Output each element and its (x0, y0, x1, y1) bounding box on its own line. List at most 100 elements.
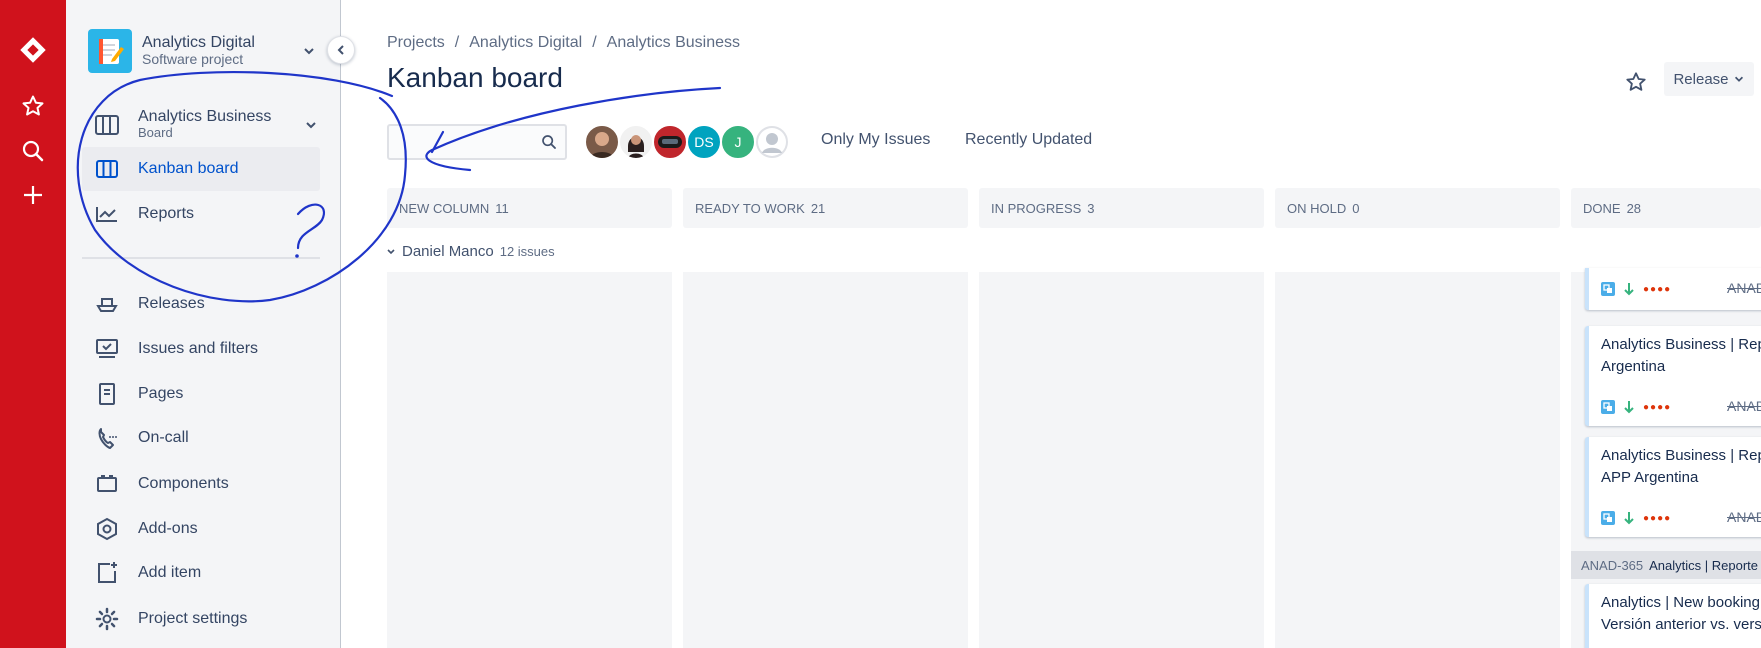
sidebar-item-project-settings[interactable]: Project settings (82, 597, 320, 641)
column-count: 21 (810, 200, 826, 216)
subtask-icon (1601, 400, 1615, 414)
card-title-line: Analytics Business | Rep (1601, 447, 1761, 464)
collapse-sidebar-button[interactable] (327, 36, 355, 64)
avatar-initials[interactable]: DS (686, 124, 722, 160)
column-header: ON HOLD 0 (1275, 188, 1560, 228)
column-count: 11 (495, 200, 509, 216)
issue-key[interactable]: ANAD (1727, 280, 1761, 296)
project-name: Analytics Digital (142, 34, 255, 51)
board-columns-icon (90, 157, 124, 181)
card-title-line: Analytics | New booking (1601, 594, 1760, 611)
add-page-icon (90, 561, 124, 585)
breadcrumb-project[interactable]: Analytics Digital (469, 34, 582, 52)
sidebar-item-on-call[interactable]: On-call (82, 416, 320, 460)
chart-line-icon (90, 202, 124, 226)
board-name: Analytics Business (138, 108, 272, 125)
sidebar-item-label: On-call (138, 429, 189, 446)
column-name: IN PROGRESS (991, 200, 1082, 216)
sidebar-item-label: Project settings (138, 610, 248, 627)
arrow-down-icon (1624, 401, 1634, 414)
column-header: IN PROGRESS 3 (979, 188, 1264, 228)
column-count: 0 (1352, 200, 1360, 216)
column-body (683, 272, 968, 648)
breadcrumb-separator: / (592, 34, 597, 51)
project-avatar (88, 29, 132, 73)
issue-card[interactable]: Analytics Business | Rep Argentina ●●●● A… (1585, 326, 1761, 426)
sidebar-item-releases[interactable]: Releases (82, 282, 320, 326)
column-name: NEW COLUMN (399, 200, 490, 216)
monitor-check-icon (90, 337, 124, 361)
jira-logo-icon[interactable] (13, 30, 53, 70)
column-name: READY TO WORK (695, 200, 805, 216)
sidebar-item-components[interactable]: Components (82, 462, 320, 506)
card-title-line: Analytics Business | Rep (1601, 336, 1761, 353)
search-icon (541, 134, 557, 155)
sidebar-item-add-ons[interactable]: Add-ons (82, 507, 320, 551)
epic-key[interactable]: ANAD-365 (1581, 558, 1643, 573)
done-column: ●●●● ANAD Analytics Business | Rep Argent… (1571, 188, 1761, 648)
issue-key[interactable]: ANAD (1727, 509, 1761, 525)
column-body (387, 272, 672, 648)
sidebar-item-label: Add item (138, 564, 202, 581)
star-board-button[interactable] (1620, 66, 1652, 98)
board-switcher[interactable]: Analytics Business Board (82, 104, 320, 146)
arrow-down-icon (1624, 283, 1634, 296)
subtask-icon (1601, 282, 1615, 296)
jira-app: Analytics Digital Software project Analy… (0, 0, 1761, 648)
only-my-issues-filter[interactable]: Only My Issues (821, 131, 930, 149)
chevron-down-icon (387, 248, 395, 254)
sidebar-item-issues-and-filters[interactable]: Issues and filters (82, 327, 320, 371)
issue-card[interactable]: ●●●● ANAD (1585, 268, 1761, 310)
chevron-down-icon[interactable] (304, 118, 318, 137)
avatar-initials[interactable]: J (720, 124, 756, 160)
estimate-dots: ●●●● (1643, 512, 1672, 524)
star-icon (1626, 72, 1646, 91)
issue-card[interactable]: Analytics Business | Rep APP Argentina ●●… (1585, 437, 1761, 537)
swimlane-issue-count: 12 issues (499, 244, 555, 259)
breadcrumb-projects[interactable]: Projects (387, 34, 445, 52)
card-title-line: Argentina (1601, 358, 1666, 375)
chevron-left-icon (337, 45, 344, 55)
avatar[interactable] (652, 124, 688, 160)
sidebar-divider (82, 257, 320, 259)
breadcrumb-board[interactable]: Analytics Business (607, 34, 740, 52)
component-icon (90, 472, 124, 496)
avatar[interactable] (584, 124, 620, 160)
plus-icon[interactable] (13, 175, 53, 215)
release-label: Release (1673, 70, 1729, 88)
phone-icon (90, 426, 124, 450)
star-icon[interactable] (13, 86, 53, 126)
release-button[interactable]: Release (1664, 62, 1754, 96)
search-input[interactable] (389, 126, 529, 158)
project-sidebar: Analytics Digital Software project Analy… (66, 0, 341, 648)
avatar-default[interactable] (754, 124, 790, 160)
column-count: 3 (1087, 200, 1095, 216)
sidebar-item-pages[interactable]: Pages (82, 372, 320, 416)
global-nav (0, 0, 66, 648)
board-search (387, 124, 567, 160)
chevron-down-icon[interactable] (302, 44, 316, 63)
column-header: READY TO WORK 21 (683, 188, 968, 228)
issue-key[interactable]: ANAD (1727, 398, 1761, 414)
sidebar-item-kanban-board[interactable]: Kanban board (82, 147, 320, 191)
sidebar-item-add-item[interactable]: Add item (82, 551, 320, 595)
board-icon (90, 113, 124, 137)
sidebar-item-label: Releases (138, 295, 205, 312)
recently-updated-filter[interactable]: Recently Updated (965, 131, 1092, 149)
swimlane-name: Daniel Manco (402, 243, 494, 260)
epic-name: Analytics | Reporte (1649, 557, 1759, 573)
avatar[interactable] (618, 124, 654, 160)
card-title-line: APP Argentina (1601, 469, 1699, 486)
project-switcher[interactable]: Analytics Digital Software project (88, 28, 318, 74)
page-icon (90, 382, 124, 406)
gear-icon (90, 607, 124, 631)
column-body (1275, 272, 1560, 648)
epic-group-header[interactable]: ANAD-365 Analytics | Reporte (1571, 551, 1761, 579)
page-title: Kanban board (387, 62, 563, 93)
sidebar-item-reports[interactable]: Reports (82, 192, 320, 236)
search-icon[interactable] (13, 131, 53, 171)
swimlane-header[interactable]: Daniel Manco 12 issues (386, 243, 555, 260)
sidebar-item-label: Kanban board (138, 160, 239, 177)
issue-card[interactable]: Analytics | New booking Versión anterior … (1585, 584, 1761, 648)
subtask-icon (1601, 511, 1615, 525)
